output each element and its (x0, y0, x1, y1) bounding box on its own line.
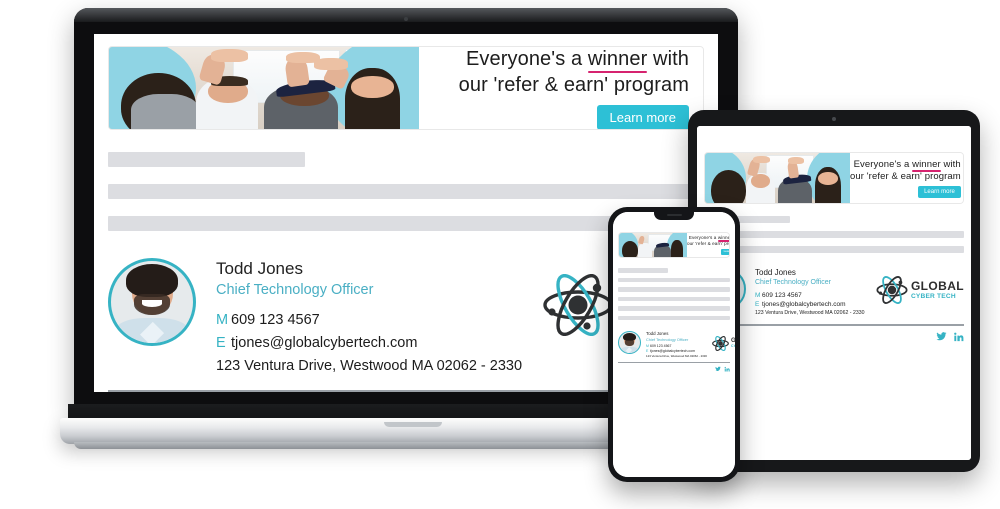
email-key: E (216, 334, 226, 351)
signature-mobile: M 609 123 4567 (755, 292, 864, 300)
atom-orbital-icon (712, 335, 729, 352)
signature-info: Todd Jones Chief Technology Officer M 609… (646, 331, 707, 358)
signature-divider (704, 324, 964, 326)
signature-divider (618, 362, 730, 363)
email-body-placeholder (704, 216, 964, 253)
company-logo: GLOBAL CYBER TECH (876, 276, 964, 304)
mobile-value: 609 123 4567 (650, 344, 672, 348)
laptop-trackpad-notch (384, 422, 442, 427)
placeholder-line (108, 183, 704, 199)
atom-orbital-icon (876, 276, 908, 304)
avatar (618, 331, 641, 354)
logo-line-2: CYBER TECH (731, 344, 735, 349)
placeholder-line (618, 287, 730, 292)
logo-line-1: GLOBAL (910, 278, 964, 293)
placeholder-line (618, 296, 730, 301)
phone-screen: Everyone's a winner with our 'refer & ea… (613, 212, 735, 477)
placeholder-line (618, 315, 730, 320)
learn-more-button[interactable]: Learn more (596, 104, 689, 129)
banner-text: Everyone's a winner with our 'refer & ea… (687, 233, 729, 257)
placeholder-line (618, 277, 730, 282)
mobile-key: M (755, 292, 761, 299)
banner-highlight-word: winner (717, 235, 729, 243)
phone-body: Everyone's a winner with our 'refer & ea… (608, 207, 740, 482)
email-value[interactable]: tjones@globalcybertech.com (650, 349, 695, 354)
signature-title: Chief Technology Officer (646, 336, 689, 342)
signature-mobile: M 609 123 4567 (646, 344, 707, 349)
signature-address: 123 Ventura Drive, Westwood MA 02062 - 2… (216, 357, 523, 374)
email-document: Everyone's a winner with our 'refer & ea… (613, 212, 735, 477)
logo-line-2: CYBER TECH (910, 292, 956, 300)
email-body-placeholder (618, 268, 730, 320)
signature-address: 123 Ventura Drive, Westwood MA 02062 - 2… (646, 354, 708, 358)
signature-info: Todd Jones Chief Technology Officer M 609… (216, 258, 522, 376)
placeholder-line (704, 231, 964, 238)
banner-headline-2: our 'refer & earn' program (850, 170, 961, 182)
signature-email[interactable]: Etjones@globalcybertech.com (646, 349, 707, 354)
signature-title: Chief Technology Officer (216, 281, 374, 298)
social-links (704, 331, 964, 342)
atom-orbital-icon (542, 273, 614, 336)
promo-banner[interactable]: Everyone's a winner with our 'refer & ea… (618, 232, 730, 258)
banner-photo (619, 233, 687, 257)
email-signature: Todd Jones Chief Technology Officer M 609… (618, 331, 735, 358)
avatar (108, 257, 196, 346)
mobile-key: M (216, 311, 229, 328)
placeholder-line (618, 306, 730, 311)
phone-mockup: Everyone's a winner with our 'refer & ea… (608, 207, 740, 482)
signature-name: Todd Jones (755, 268, 796, 277)
mockup-stage: Everyone's a winner with our 'refer & ea… (0, 0, 1000, 509)
signature-email[interactable]: Etjones@globalcybertech.com (216, 334, 522, 353)
placeholder-line (704, 246, 964, 253)
signature-mobile: M 609 123 4567 (216, 311, 522, 330)
linkedin-icon[interactable] (953, 331, 964, 342)
social-links (618, 366, 730, 372)
signature-email[interactable]: Etjones@globalcybertech.com (755, 301, 864, 309)
phone-speaker-icon (667, 213, 682, 216)
signature-name: Todd Jones (216, 258, 303, 278)
signature-info: Todd Jones Chief Technology Officer M 609… (755, 268, 864, 317)
email-signature: Todd Jones Chief Technology Officer M 609… (704, 268, 964, 317)
banner-photo (705, 153, 850, 203)
twitter-icon[interactable] (936, 331, 947, 342)
promo-banner[interactable]: Everyone's a winner with our 'refer & ea… (108, 46, 704, 130)
placeholder-line (618, 268, 669, 273)
banner-headline-2: our 'refer & earn' program (687, 241, 729, 247)
tablet-camera-icon (832, 117, 836, 121)
company-logo: GLOBAL CYBER TECH (712, 335, 735, 352)
banner-highlight-word: winner (912, 158, 941, 172)
placeholder-line (108, 151, 305, 167)
signature-address: 123 Ventura Drive, Westwood MA 02062 - 2… (755, 310, 865, 316)
email-value[interactable]: tjones@globalcybertech.com (762, 301, 846, 309)
mobile-value: 609 123 4567 (762, 292, 802, 299)
laptop-camera-icon (404, 17, 408, 21)
banner-highlight-word: winner (587, 47, 648, 73)
banner-text: Everyone's a winner with our 'refer & ea… (850, 153, 963, 203)
linkedin-icon[interactable] (724, 366, 730, 372)
mobile-value: 609 123 4567 (231, 311, 320, 328)
email-key: E (755, 301, 760, 308)
promo-banner[interactable]: Everyone's a winner with our 'refer & ea… (704, 152, 964, 204)
banner-headline-2: our 'refer & earn' program (458, 73, 689, 96)
banner-headline-1: Everyone's a winner with (465, 47, 689, 73)
banner-photo (109, 47, 419, 129)
email-value[interactable]: tjones@globalcybertech.com (231, 334, 417, 353)
signature-title: Chief Technology Officer (755, 279, 832, 286)
twitter-icon[interactable] (715, 366, 721, 372)
learn-more-button[interactable]: Learn more (918, 185, 961, 198)
learn-more-button[interactable]: Learn more (720, 248, 729, 255)
banner-text: Everyone's a winner with our 'refer & ea… (419, 47, 703, 129)
banner-headline-1: Everyone's a winner with (853, 158, 961, 172)
